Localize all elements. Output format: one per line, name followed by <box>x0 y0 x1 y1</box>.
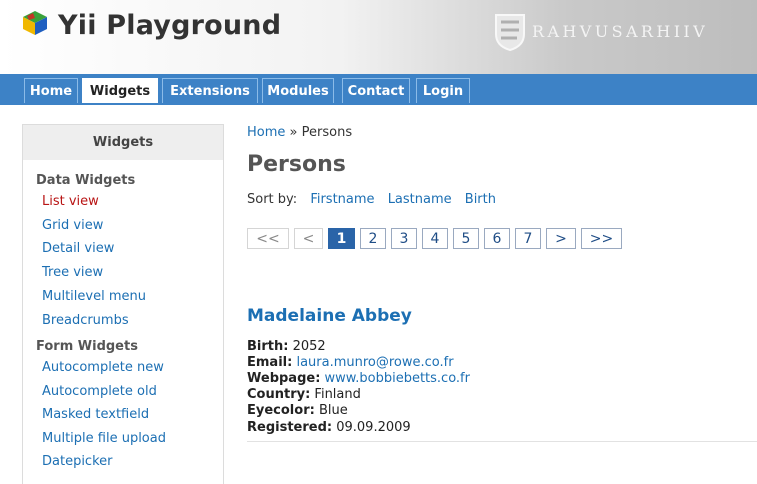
pager-page-7[interactable]: 7 <box>515 228 541 249</box>
sidebar-item-multiple-file-upload[interactable]: Multiple file upload <box>42 431 166 446</box>
email-link[interactable]: laura.munro@rowe.co.fr <box>296 355 453 370</box>
sidebar-item-breadcrumbs[interactable]: Breadcrumbs <box>42 313 129 328</box>
sort-bar: Sort by: Firstname Lastname Birth <box>247 192 496 207</box>
pager-page-3[interactable]: 3 <box>391 228 417 249</box>
sidebar-item-tree-view[interactable]: Tree view <box>42 265 103 280</box>
sidebar-item-autocomplete-old[interactable]: Autocomplete old <box>42 384 157 399</box>
breadcrumb-separator: » <box>289 125 298 140</box>
sort-label: Sort by: <box>247 192 298 207</box>
pager-first-button[interactable]: << <box>247 228 289 249</box>
brand-text: RAHVUSARHIIV <box>532 22 709 41</box>
sidebar-item-list-view[interactable]: List view <box>42 194 99 209</box>
pager-prev-button[interactable]: < <box>294 228 323 249</box>
breadcrumb-home-link[interactable]: Home <box>247 125 285 140</box>
field-label: Email: <box>247 355 293 370</box>
breadcrumb: Home » Persons <box>247 125 352 140</box>
pager-page-2[interactable]: 2 <box>360 228 386 249</box>
person-field-country: Country: Finland <box>247 387 361 402</box>
entry-divider <box>247 441 757 442</box>
brand-logo: RAHVUSARHIIV <box>493 12 753 52</box>
field-value: Blue <box>318 403 348 418</box>
nav-login[interactable]: Login <box>416 78 470 103</box>
field-label: Eyecolor: <box>247 403 315 418</box>
field-label: Webpage: <box>247 371 321 386</box>
person-field-birth: Birth: 2052 <box>247 339 326 354</box>
sidebar-item-detail-view[interactable]: Detail view <box>42 241 114 256</box>
field-value: 2052 <box>292 339 326 354</box>
yii-logo-icon <box>23 11 47 35</box>
person-field-registered: Registered: 09.09.2009 <box>247 420 411 435</box>
sort-firstname-link[interactable]: Firstname <box>310 192 374 207</box>
pager-page-1[interactable]: 1 <box>328 228 355 249</box>
main-nav: Home Widgets Extensions Modules Contact … <box>0 74 757 105</box>
pager-page-6[interactable]: 6 <box>484 228 510 249</box>
nav-modules[interactable]: Modules <box>262 78 334 103</box>
sidebar-item-multilevel-menu[interactable]: Multilevel menu <box>42 289 146 304</box>
field-label: Registered: <box>247 420 333 435</box>
sidebar-item-masked-textfield[interactable]: Masked textfield <box>42 407 149 422</box>
pager-next-button[interactable]: > <box>546 228 576 249</box>
pager-page-5[interactable]: 5 <box>453 228 479 249</box>
coat-of-arms-icon <box>495 14 525 52</box>
page-title: Persons <box>247 152 346 177</box>
person-name-link[interactable]: Madelaine Abbey <box>247 306 412 326</box>
webpage-link[interactable]: www.bobbiebetts.co.fr <box>325 371 470 386</box>
sort-lastname-link[interactable]: Lastname <box>388 192 452 207</box>
field-value: Finland <box>314 387 361 402</box>
field-value: 09.09.2009 <box>336 420 411 435</box>
header: Yii Playground RAHVUSARHIIV <box>0 0 757 74</box>
field-label: Country: <box>247 387 311 402</box>
pager-last-button[interactable]: >> <box>581 228 622 249</box>
sort-birth-link[interactable]: Birth <box>465 192 496 207</box>
sidebar-section-form-widgets: Form Widgets <box>36 339 138 354</box>
sidebar-section-data-widgets: Data Widgets <box>36 173 136 188</box>
app-title[interactable]: Yii Playground <box>58 10 281 41</box>
breadcrumb-current: Persons <box>301 125 353 140</box>
sidebar: Widgets Data Widgets List view Grid view… <box>22 124 224 484</box>
nav-home[interactable]: Home <box>24 78 78 103</box>
nav-extensions[interactable]: Extensions <box>162 78 258 103</box>
pager-page-4[interactable]: 4 <box>422 228 448 249</box>
sidebar-item-grid-view[interactable]: Grid view <box>42 218 103 233</box>
sidebar-item-autocomplete-new[interactable]: Autocomplete new <box>42 360 164 375</box>
field-label: Birth: <box>247 339 289 354</box>
nav-widgets[interactable]: Widgets <box>82 78 158 103</box>
person-field-webpage: Webpage: www.bobbiebetts.co.fr <box>247 371 470 386</box>
person-field-email: Email: laura.munro@rowe.co.fr <box>247 355 454 370</box>
nav-contact[interactable]: Contact <box>342 78 410 103</box>
sidebar-title: Widgets <box>23 125 223 160</box>
person-field-eyecolor: Eyecolor: Blue <box>247 403 348 418</box>
